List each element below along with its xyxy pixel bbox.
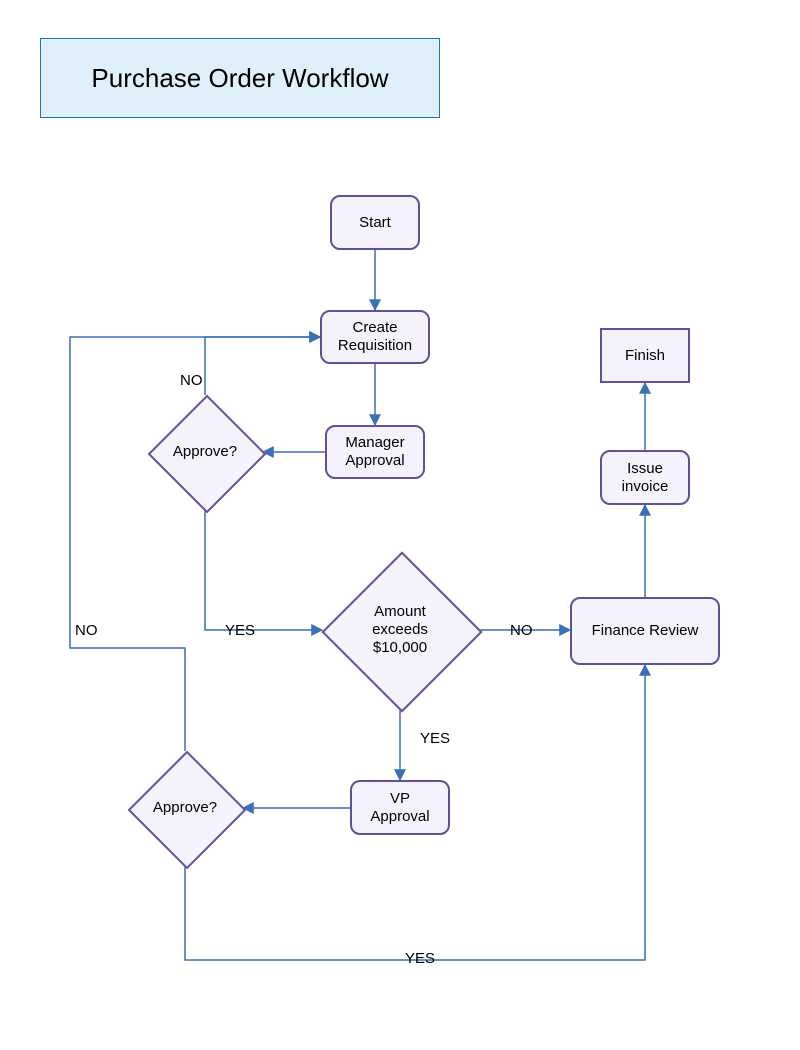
node-approve2-label: Approve? xyxy=(153,799,217,817)
node-issue-invoice-label: Issueinvoice xyxy=(622,460,669,496)
edge-label-amount-no: NO xyxy=(510,622,533,639)
edge-label-approve2-no: NO xyxy=(75,622,98,639)
node-start-label: Start xyxy=(359,214,391,232)
node-manager-approval-label: ManagerApproval xyxy=(345,434,404,470)
node-create-requisition-label: CreateRequisition xyxy=(338,319,412,355)
node-finish[interactable]: Finish xyxy=(600,328,690,383)
node-vp-approval-label: VPApproval xyxy=(370,790,429,826)
edge-approve1-no xyxy=(205,337,320,395)
node-issue-invoice[interactable]: Issueinvoice xyxy=(600,450,690,505)
flowchart-canvas: Purchase Order Workflow xyxy=(0,0,800,1050)
node-create-requisition[interactable]: CreateRequisition xyxy=(320,310,430,364)
node-approve2[interactable]: Approve? xyxy=(128,751,242,865)
arrows-layer xyxy=(0,0,800,1050)
edge-label-approve1-no: NO xyxy=(180,372,203,389)
edge-label-amount-yes: YES xyxy=(420,730,450,747)
edge-label-approve1-yes: YES xyxy=(225,622,255,639)
edge-label-approve2-yes: YES xyxy=(405,950,435,967)
node-approve1-label: Approve? xyxy=(173,443,237,461)
node-amount-exceeds-label: Amountexceeds$10,000 xyxy=(372,603,428,657)
node-finance-review-label: Finance Review xyxy=(592,622,699,640)
node-amount-exceeds[interactable]: Amountexceeds$10,000 xyxy=(322,552,478,708)
node-manager-approval[interactable]: ManagerApproval xyxy=(325,425,425,479)
node-start[interactable]: Start xyxy=(330,195,420,250)
node-finance-review[interactable]: Finance Review xyxy=(570,597,720,665)
node-approve1[interactable]: Approve? xyxy=(148,395,262,509)
node-finish-label: Finish xyxy=(625,347,665,365)
node-vp-approval[interactable]: VPApproval xyxy=(350,780,450,835)
